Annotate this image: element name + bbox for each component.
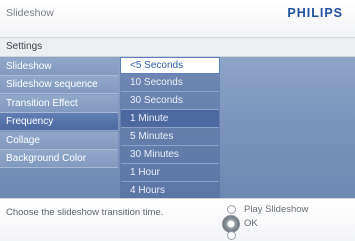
breadcrumb: Settings xyxy=(0,38,355,57)
brand-logo: PHILIPS xyxy=(287,6,343,20)
frequency-options-list: <5 Seconds 10 Seconds 30 Seconds 1 Minut… xyxy=(120,57,220,200)
option-10-seconds[interactable]: 10 Seconds xyxy=(121,74,219,92)
menu-item-background-color[interactable]: Background Color xyxy=(0,150,118,168)
option-1-minute[interactable]: 1 Minute xyxy=(121,110,219,128)
settings-menu: Slideshow Slideshow sequence Transition … xyxy=(0,57,118,168)
footer-bar: Choose the slideshow transition time. Pl… xyxy=(0,198,355,241)
menu-item-transition-effect[interactable]: Transition Effect xyxy=(0,94,118,113)
option-30-minutes[interactable]: 30 Minutes xyxy=(121,146,219,164)
nav-down-icon[interactable] xyxy=(227,231,236,240)
breadcrumb-settings: Settings xyxy=(6,41,43,52)
help-hint: Choose the slideshow transition time. xyxy=(6,207,164,218)
ok-label: OK xyxy=(244,218,258,229)
app-title: Slideshow xyxy=(6,7,54,19)
menu-item-frequency[interactable]: Frequency xyxy=(0,113,118,131)
settings-panel: Slideshow Slideshow sequence Transition … xyxy=(0,57,355,200)
option-30-seconds[interactable]: 30 Seconds xyxy=(121,92,219,110)
option-1-hour[interactable]: 1 Hour xyxy=(121,164,219,182)
menu-item-slideshow[interactable]: Slideshow xyxy=(0,57,118,76)
header-bar: Slideshow PHILIPS xyxy=(0,0,355,38)
option-5-minutes[interactable]: 5 Minutes xyxy=(121,128,219,146)
play-slideshow-label: Play Slideshow xyxy=(244,204,309,215)
photo-frame-screen: Slideshow PHILIPS Settings Slideshow Sli… xyxy=(0,0,355,241)
menu-item-collage[interactable]: Collage xyxy=(0,131,118,150)
menu-item-slideshow-sequence[interactable]: Slideshow sequence xyxy=(0,76,118,94)
nav-up-icon[interactable] xyxy=(227,205,236,214)
option-5-seconds[interactable]: <5 Seconds xyxy=(120,57,220,74)
